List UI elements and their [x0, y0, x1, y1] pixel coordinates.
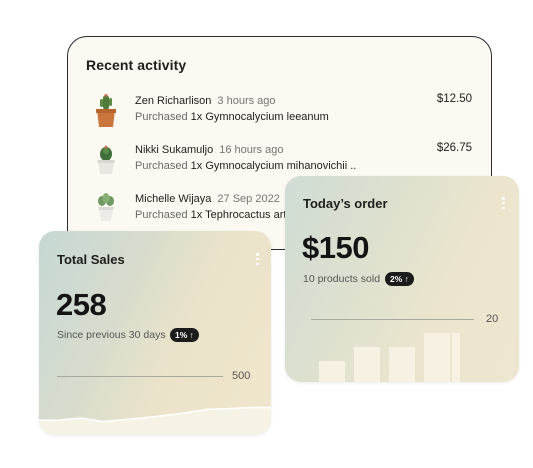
todays-order-title: Today’s order — [303, 196, 388, 211]
activity-time: 16 hours ago — [219, 144, 284, 156]
purchased-label: Purchased — [135, 209, 188, 221]
purchased-label: Purchased — [135, 160, 188, 172]
cactus-pot-terracotta-icon — [96, 94, 116, 127]
order-bar — [389, 347, 415, 382]
cactus-pot-white-icon — [97, 145, 115, 174]
total-sales-card[interactable]: Total Sales 258 Since previous 30 days 1… — [39, 231, 271, 435]
activity-price: $26.75 — [436, 142, 472, 154]
activity-price: $12.50 — [436, 93, 472, 105]
activity-item[interactable]: Zen Richarlison 3 hours ago Purchased 1x … — [68, 93, 491, 137]
more-options-icon[interactable] — [502, 197, 506, 211]
sales-area-fill — [39, 407, 271, 435]
order-bar — [354, 347, 380, 382]
change-badge: 2% ↑ — [385, 272, 414, 286]
product-name: 1x Tephrocactus artic — [190, 209, 295, 221]
chart-gridline — [311, 319, 474, 320]
succulent-pot-white-icon — [98, 193, 114, 221]
product-name: 1x Gymnocalycium leeanum — [190, 111, 329, 123]
activity-time: 27 Sep 2022 — [217, 193, 280, 205]
activity-time: 3 hours ago — [217, 95, 276, 107]
product-name: 1x Gymnocalycium mihanovichii .. — [190, 160, 357, 172]
todays-order-card[interactable]: Today’s order $150 10 products sold 2% ↑… — [285, 176, 519, 382]
products-sold-text: 10 products sold — [303, 273, 381, 285]
customer-name: Michelle Wijaya — [135, 193, 212, 205]
order-bar — [452, 333, 460, 382]
chart-axis-label: 20 — [486, 313, 499, 325]
total-sales-area-chart — [39, 406, 271, 435]
order-bar — [319, 361, 345, 382]
customer-name: Zen Richarlison — [135, 95, 212, 107]
order-bar — [424, 333, 450, 382]
purchased-label: Purchased — [135, 111, 188, 123]
customer-name: Nikki Sukamuljo — [135, 144, 214, 156]
recent-activity-title: Recent activity — [86, 57, 187, 73]
todays-order-value: $150 — [302, 230, 369, 265]
